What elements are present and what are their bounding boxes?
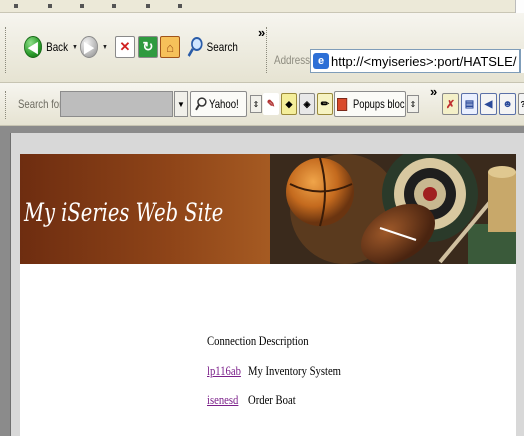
connection-link[interactable]: isenesd: [207, 392, 238, 408]
back-dropdown-icon[interactable]: ▼: [72, 44, 78, 51]
connection-description: Order Boat: [248, 392, 296, 407]
connection-table-header: Connection Description: [207, 333, 309, 348]
address-grip[interactable]: [266, 27, 269, 73]
search-toolbar-overflow-chevron[interactable]: »: [430, 84, 437, 99]
menu-mark: [146, 4, 150, 8]
page-margin: [516, 154, 524, 436]
engine-dropdown-icon[interactable]: ⇕: [250, 95, 262, 113]
menu-mark: [48, 4, 52, 8]
refresh-icon[interactable]: ↻: [138, 36, 158, 58]
back-arrow-icon: ◀: [24, 36, 43, 58]
connection-description: My Inventory System: [248, 363, 341, 378]
address-label: Address: [274, 53, 311, 67]
clear-icon[interactable]: ◈: [299, 93, 315, 115]
menu-mark: [14, 4, 18, 8]
search-label: Search: [206, 40, 238, 54]
search-engine-label: Yahoo!: [208, 97, 239, 111]
forward-dropdown-icon[interactable]: ▼: [102, 44, 108, 51]
pencil-icon[interactable]: ✏: [317, 93, 333, 115]
prev-icon[interactable]: ◀: [480, 93, 497, 115]
popup-blocked-icon: [337, 97, 348, 111]
search-button[interactable]: Search: [187, 36, 238, 58]
note-icon[interactable]: ▤: [461, 93, 478, 115]
popup-dropdown-icon[interactable]: ⇕: [407, 95, 419, 113]
toolbar-grip[interactable]: [5, 27, 8, 73]
search-icon: [187, 37, 203, 57]
menu-mark: [80, 4, 84, 8]
search-dropdown-icon[interactable]: ▼: [174, 91, 188, 117]
back-label: Back: [46, 40, 69, 54]
highlight-icon[interactable]: ✎: [263, 93, 279, 115]
site-banner: My iSeries Web Site: [20, 154, 516, 264]
standard-toolbar: ◀ Back ▼ ▶ ▼ ✕ ↻ ⌂ Search » Address e ht…: [0, 13, 524, 83]
windows-logo-corner: [515, 0, 524, 13]
magnifier-icon: [195, 97, 207, 111]
address-input[interactable]: e http://<myiseries>:port/HATSLE/: [310, 49, 520, 73]
ie-page-icon: e: [313, 53, 329, 69]
toolbar-overflow-chevron[interactable]: »: [258, 25, 265, 40]
forward-arrow-icon: ▶: [80, 36, 99, 58]
home-icon[interactable]: ⌂: [160, 36, 180, 58]
search-for-label: Search for: [18, 97, 63, 111]
menu-bar: [0, 0, 524, 13]
stop-icon[interactable]: ✕: [115, 36, 135, 58]
back-button[interactable]: ◀ Back ▼: [24, 36, 78, 58]
site-title: My iSeries Web Site: [24, 198, 224, 227]
user-icon[interactable]: ☻: [499, 93, 516, 115]
connection-link[interactable]: lp116ab: [207, 363, 241, 379]
page-content: [20, 264, 516, 436]
forward-button[interactable]: ▶ ▼: [80, 36, 108, 58]
search-for-input[interactable]: [60, 91, 173, 117]
menu-mark: [178, 4, 182, 8]
search-engine-button[interactable]: Yahoo!: [190, 91, 247, 117]
popup-blocker-button[interactable]: Popups blocked: [334, 91, 406, 117]
address-dropdown-edge[interactable]: [520, 49, 524, 73]
address-url[interactable]: http://<myiseries>:port/HATSLE/: [331, 54, 516, 69]
menu-mark: [112, 4, 116, 8]
eraser-icon[interactable]: ◆: [281, 93, 297, 115]
marker-icon[interactable]: ✗: [442, 93, 459, 115]
toolbar-grip[interactable]: [5, 91, 8, 119]
help-icon[interactable]: ?: [518, 93, 524, 115]
popup-status-label: Popups blocked: [353, 97, 405, 111]
